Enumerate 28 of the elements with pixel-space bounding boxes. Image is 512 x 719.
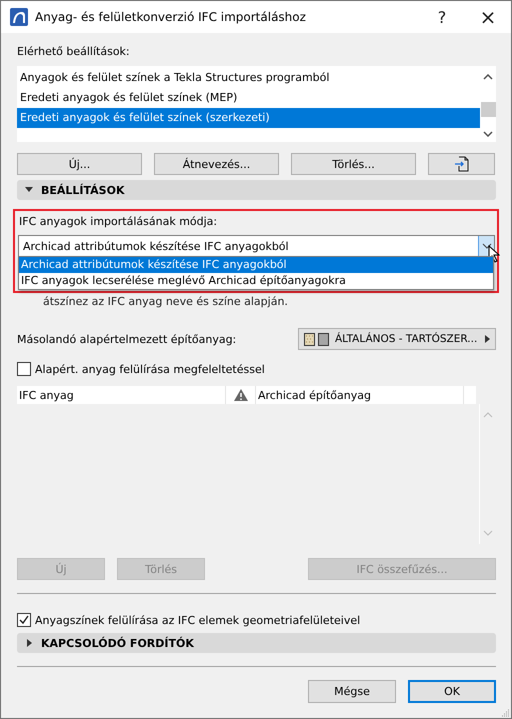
- dropdown-value: Archicad attribútumok készítése IFC anyagokból: [22, 240, 290, 252]
- section-title: KAPCSOLÓDÓ FORDÍTÓK: [41, 636, 194, 650]
- material-picker[interactable]: ÁLTALÁNOS - TARTÓSZER...: [298, 328, 496, 350]
- preset-button[interactable]: Átnevezés...: [154, 153, 279, 175]
- section-title: BEÁLLÍTÁSOK: [41, 184, 124, 196]
- list-item[interactable]: Eredeti anyagok és felület színek (szerkezeti): [17, 108, 480, 128]
- dialog-button[interactable]: Mégse: [308, 680, 396, 703]
- close-button[interactable]: ×: [465, 1, 511, 33]
- checkbox-label: Alapért. anyag felülírása megfeleltetéssel: [35, 362, 265, 376]
- column-header[interactable]: Archicad építőanyag: [256, 386, 464, 404]
- default-material-label: Másolandó alapértelmezett építőanyag:: [17, 332, 236, 346]
- list-item[interactable]: Eredeti anyagok és felület színek (MEP): [17, 88, 480, 108]
- help-button[interactable]: ?: [419, 1, 465, 33]
- column-header[interactable]: IFC anyag: [17, 386, 226, 404]
- section-header[interactable]: BEÁLLÍTÁSOK: [17, 180, 496, 200]
- dropdown-option[interactable]: IFC anyagok lecserélése meglévő Archicad építőanyagokra: [19, 273, 493, 289]
- picker-value: ÁLTALÁNOS - TARTÓSZER...: [335, 333, 478, 345]
- mode-label: IFC anyagok importálásának módja:: [18, 214, 218, 230]
- dropdown-option[interactable]: Archicad attribútumok készítése IFC anyagokból: [19, 257, 493, 273]
- presets-label: Elérhető beállítások:: [17, 44, 131, 60]
- description-text: átszínez az IFC anyag neve és színe alapján.: [42, 294, 289, 310]
- checkbox-label: Anyagszínek felülírása az IFC elemek geometriafelületeivel: [35, 614, 360, 626]
- dialog-button[interactable]: OK: [408, 680, 496, 703]
- preset-button[interactable]: Törlés...: [291, 153, 416, 175]
- list-item[interactable]: Anyagok és felület színek a Tekla Structures programból: [17, 68, 480, 88]
- preset-button[interactable]: Új...: [17, 153, 142, 175]
- window-title: Anyag- és felületkonverzió IFC importáláshoz: [35, 10, 307, 24]
- section-header[interactable]: KAPCSOLÓDÓ FORDÍTÓK: [17, 633, 496, 653]
